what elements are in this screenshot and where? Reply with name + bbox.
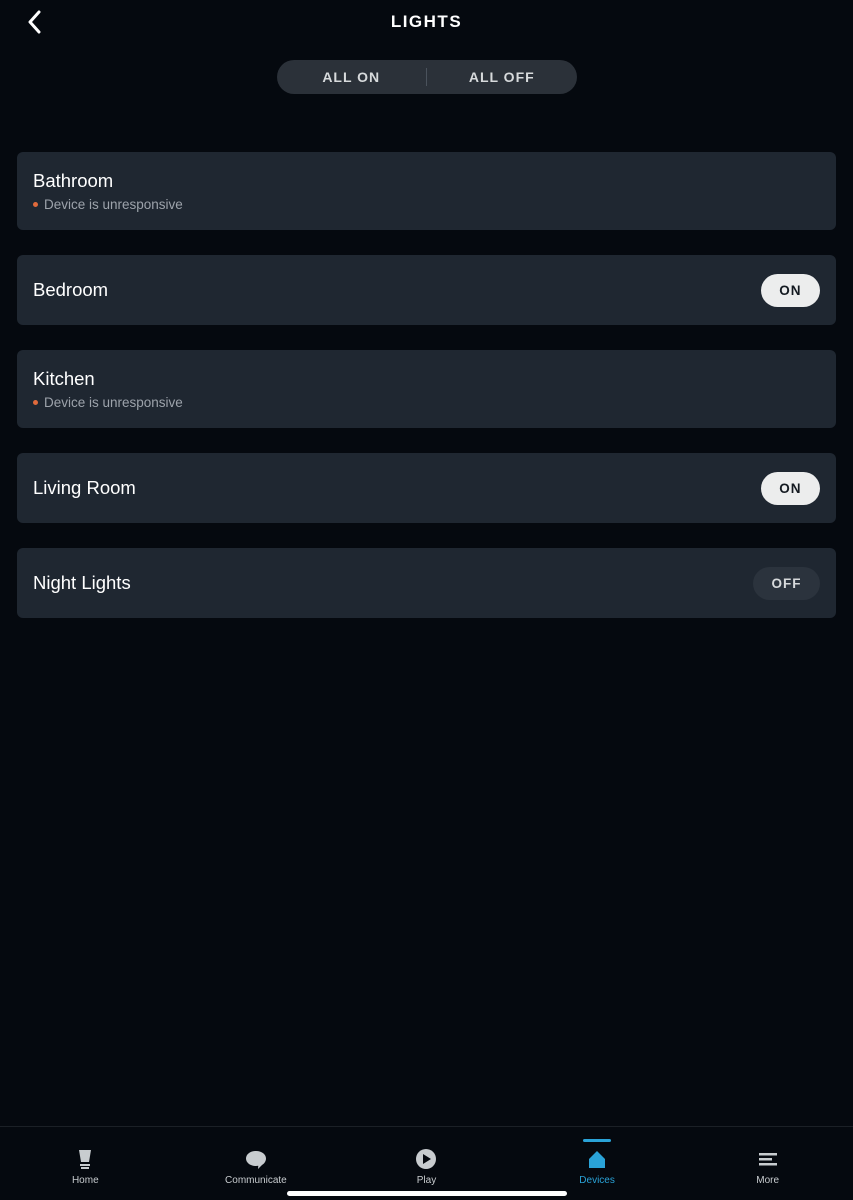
device-toggle[interactable]: OFF xyxy=(753,567,820,600)
device-status-text: Device is unresponsive xyxy=(44,395,183,410)
device-status: Device is unresponsive xyxy=(33,395,183,410)
tab-label: Home xyxy=(72,1175,99,1186)
device-info: Living Room xyxy=(33,477,136,499)
device-info: Bedroom xyxy=(33,279,108,301)
all-off-button[interactable]: ALL OFF xyxy=(427,60,577,94)
status-dot-icon xyxy=(33,202,38,207)
menu-icon xyxy=(756,1147,780,1171)
tab-bar: Home Communicate Play Devices xyxy=(0,1126,853,1200)
device-row-kitchen[interactable]: Kitchen Device is unresponsive xyxy=(17,350,836,428)
home-indicator xyxy=(287,1191,567,1196)
back-button[interactable] xyxy=(22,10,46,34)
device-status: Device is unresponsive xyxy=(33,197,183,212)
house-plug-icon xyxy=(585,1147,609,1171)
segmented-control-container: ALL ON ALL OFF xyxy=(0,60,853,94)
tab-devices[interactable]: Devices xyxy=(537,1147,657,1186)
tab-play[interactable]: Play xyxy=(366,1147,486,1186)
play-icon xyxy=(414,1147,438,1171)
device-name: Bedroom xyxy=(33,279,108,301)
device-name: Living Room xyxy=(33,477,136,499)
device-info: Bathroom Device is unresponsive xyxy=(33,170,183,212)
tab-label: Play xyxy=(417,1175,436,1186)
device-name: Night Lights xyxy=(33,572,131,594)
device-row-bedroom[interactable]: Bedroom ON xyxy=(17,255,836,325)
header: LIGHTS xyxy=(0,0,853,44)
speech-bubble-icon xyxy=(244,1147,268,1171)
tab-more[interactable]: More xyxy=(708,1147,828,1186)
status-dot-icon xyxy=(33,400,38,405)
tab-home[interactable]: Home xyxy=(25,1147,145,1186)
device-name: Kitchen xyxy=(33,368,183,390)
device-info: Kitchen Device is unresponsive xyxy=(33,368,183,410)
device-toggle[interactable]: ON xyxy=(761,274,820,307)
device-toggle[interactable]: ON xyxy=(761,472,820,505)
segmented-control: ALL ON ALL OFF xyxy=(277,60,577,94)
page-title: LIGHTS xyxy=(391,12,462,32)
chevron-left-icon xyxy=(26,10,43,34)
all-on-button[interactable]: ALL ON xyxy=(277,60,427,94)
echo-icon xyxy=(73,1147,97,1171)
device-list: Bathroom Device is unresponsive Bedroom … xyxy=(0,152,853,618)
tab-label: Devices xyxy=(579,1175,615,1186)
device-row-bathroom[interactable]: Bathroom Device is unresponsive xyxy=(17,152,836,230)
tab-label: Communicate xyxy=(225,1175,287,1186)
tab-communicate[interactable]: Communicate xyxy=(196,1147,316,1186)
device-name: Bathroom xyxy=(33,170,183,192)
device-info: Night Lights xyxy=(33,572,131,594)
device-row-night-lights[interactable]: Night Lights OFF xyxy=(17,548,836,618)
tab-label: More xyxy=(756,1175,779,1186)
device-row-living-room[interactable]: Living Room ON xyxy=(17,453,836,523)
device-status-text: Device is unresponsive xyxy=(44,197,183,212)
